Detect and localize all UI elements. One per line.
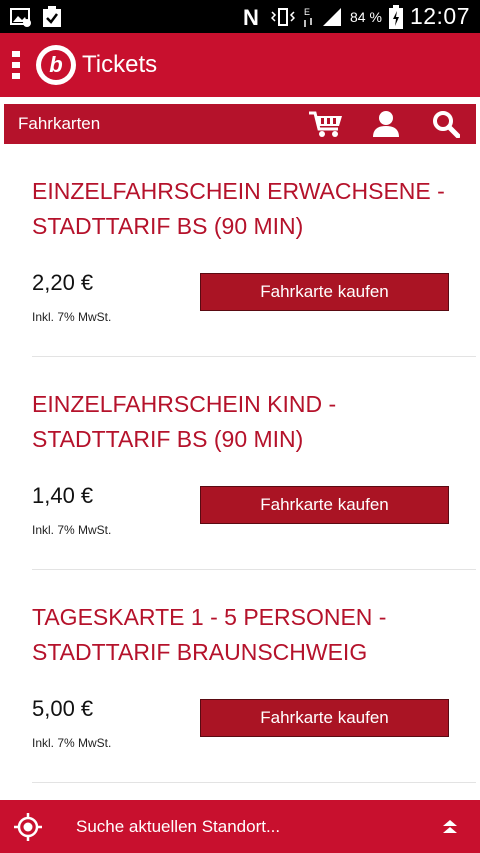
search-icon[interactable] xyxy=(416,104,476,144)
svg-text:E: E xyxy=(304,7,310,17)
page-title: Tickets xyxy=(82,51,158,78)
section-bar: Fahrkarten xyxy=(4,104,476,144)
buy-ticket-button[interactable]: Fahrkarte kaufen xyxy=(200,699,449,737)
ticket-title[interactable]: EINZELFAHRSCHEIN KIND - STADTTARIF BS (9… xyxy=(32,387,462,457)
menu-icon[interactable] xyxy=(2,33,30,97)
ticket-item: EINZELFAHRSCHEIN ERWACHSENE - STADTTARIF… xyxy=(32,144,476,357)
nfc-icon: N xyxy=(242,6,264,28)
ticket-list: EINZELFAHRSCHEIN ERWACHSENE - STADTTARIF… xyxy=(0,144,480,783)
logo-letter: b xyxy=(41,50,71,80)
vat-note: Inkl. 7% MwSt. xyxy=(32,736,112,750)
cart-icon[interactable] xyxy=(296,104,356,144)
app-bar: b Tickets xyxy=(0,33,480,97)
location-status-text: Suche aktuellen Standort... xyxy=(76,816,281,836)
signal-icon xyxy=(321,7,343,27)
vibrate-icon xyxy=(271,7,296,27)
expand-up-icon[interactable] xyxy=(420,819,480,835)
image-notification-icon xyxy=(10,7,32,27)
locate-icon[interactable] xyxy=(0,812,56,842)
ticket-title[interactable]: EINZELFAHRSCHEIN ERWACHSENE - STADTTARIF… xyxy=(32,174,462,244)
ticket-price: 2,20 € xyxy=(32,270,94,295)
ticket-item: EINZELFAHRSCHEIN KIND - STADTTARIF BS (9… xyxy=(32,357,476,570)
buy-ticket-button[interactable]: Fahrkarte kaufen xyxy=(200,273,449,311)
data-arrows-icon: E xyxy=(302,6,314,28)
buy-ticket-button[interactable]: Fahrkarte kaufen xyxy=(200,486,449,524)
vat-note: Inkl. 7% MwSt. xyxy=(32,523,112,537)
battery-icon xyxy=(388,4,403,29)
ticket-price: 1,40 € xyxy=(32,483,94,508)
ticket-title[interactable]: TAGESKARTE 1 - 5 PERSONEN - STADTTARIF B… xyxy=(32,600,462,670)
clipboard-check-icon xyxy=(42,5,62,28)
vat-note: Inkl. 7% MwSt. xyxy=(32,310,112,324)
app-logo[interactable]: b xyxy=(36,45,76,85)
clock: 12:07 xyxy=(409,3,470,29)
status-bar: N E 84 % 12:07 xyxy=(0,0,480,33)
ticket-price: 5,00 € xyxy=(32,696,94,721)
user-icon[interactable] xyxy=(356,104,416,144)
location-bar[interactable]: Suche aktuellen Standort... xyxy=(0,800,480,853)
ticket-item: TAGESKARTE 1 - 5 PERSONEN - STADTTARIF B… xyxy=(32,570,476,783)
section-title: Fahrkarten xyxy=(18,114,101,133)
battery-percent: 84 % xyxy=(350,8,382,25)
svg-text:N: N xyxy=(243,6,259,28)
